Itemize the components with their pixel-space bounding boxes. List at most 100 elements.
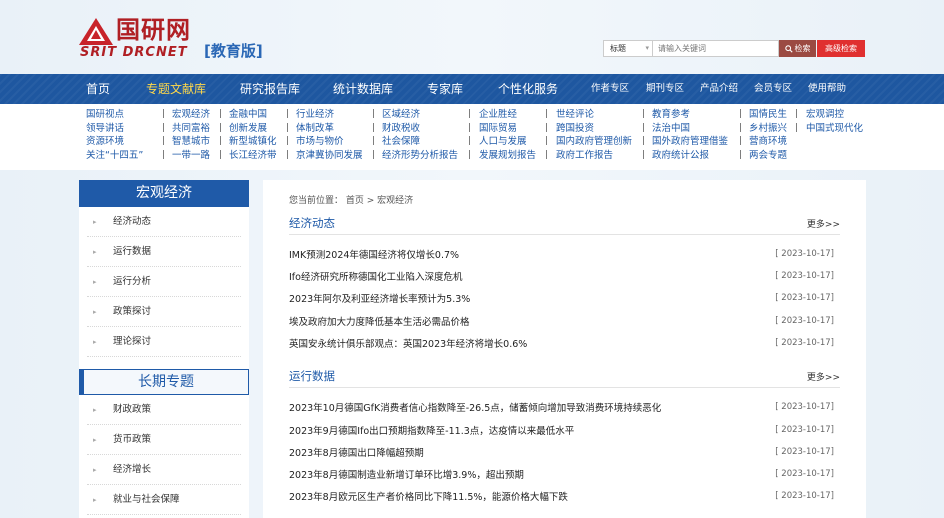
news-title[interactable]: 2023年8月德国出口降幅超预期 — [289, 443, 424, 465]
topic-link[interactable]: 教育参考 — [652, 108, 728, 122]
news-item[interactable]: 英国安永统计俱乐部观点：英国2023年经济将增长0.6% [ 2023-10-1… — [289, 334, 840, 356]
sidebar-long-term-title: 长期专题 — [79, 369, 249, 395]
news-date: [ 2023-10-17] — [775, 271, 834, 281]
more-link[interactable]: 更多>> — [807, 370, 840, 383]
search-input[interactable] — [653, 40, 779, 57]
topic-link[interactable]: 两会专题 — [749, 149, 787, 163]
news-item[interactable]: IMK预测2024年德国经济将仅增长0.7% [ 2023-10-17] — [289, 245, 840, 267]
news-title[interactable]: 英国安永统计俱乐部观点：英国2023年经济将增长0.6% — [289, 334, 527, 356]
nav-research-reports[interactable]: 研究报告库 — [240, 74, 300, 104]
topic-link[interactable]: 市场与物价 — [296, 135, 363, 149]
column-divider: | | | | — [162, 109, 166, 160]
topic-link[interactable]: 金融中国 — [229, 108, 277, 122]
logo-chinese-text: 国研网 — [116, 16, 191, 44]
sidebar-item-operation-analysis[interactable]: 运行分析 — [87, 267, 241, 297]
topic-column: 企业胜经 国际贸易 人口与发展 发展规划报告 — [479, 108, 536, 162]
topic-link[interactable]: 宏观调控 — [806, 108, 863, 122]
topic-link[interactable]: 共同富裕 — [172, 122, 210, 136]
sidebar-item-employment-security[interactable]: 就业与社会保障 — [87, 485, 241, 515]
advanced-search-button[interactable]: 高级检索 — [817, 40, 865, 57]
nav-topic-library[interactable]: 专题文献库 — [146, 74, 206, 104]
topic-link[interactable]: 国际贸易 — [479, 122, 536, 136]
topic-link[interactable]: 企业胜经 — [479, 108, 536, 122]
news-date: [ 2023-10-17] — [775, 469, 834, 479]
main-nav: 首页 专题文献库 研究报告库 统计数据库 专家库 个性化服务 作者专区 期刊专区… — [0, 74, 944, 104]
topic-link[interactable]: 京津冀协同发展 — [296, 149, 363, 163]
topic-link[interactable]: 营商环境 — [749, 135, 787, 149]
topic-link[interactable]: 新型城镇化 — [229, 135, 277, 149]
nav-journal-zone[interactable]: 期刊专区 — [646, 74, 684, 104]
sidebar-item-economic-news[interactable]: 经济动态 — [87, 207, 241, 237]
topic-link[interactable]: 社会保障 — [382, 135, 458, 149]
nav-experts[interactable]: 专家库 — [427, 74, 463, 104]
topic-link[interactable]: 行业经济 — [296, 108, 363, 122]
news-title[interactable]: IMK预测2024年德国经济将仅增长0.7% — [289, 245, 459, 267]
topic-link[interactable]: 资源环境 — [86, 135, 143, 149]
sidebar-item-operation-data[interactable]: 运行数据 — [87, 237, 241, 267]
sidebar-item-economic-growth[interactable]: 经济增长 — [87, 455, 241, 485]
sidebar-item-policy-discussion[interactable]: 政策探讨 — [87, 297, 241, 327]
topic-link[interactable]: 国研视点 — [86, 108, 143, 122]
news-title[interactable]: 2023年10月德国GfK消费者信心指数降至-26.5点，储蓄倾向增加导致消费环… — [289, 398, 661, 420]
sidebar-item-fiscal-policy[interactable]: 财政政策 — [87, 395, 241, 425]
sidebar-item-monetary-policy[interactable]: 货币政策 — [87, 425, 241, 455]
news-title[interactable]: 2023年8月欧元区生产者价格同比下降11.5%，能源价格大幅下跌 — [289, 487, 568, 509]
more-link[interactable]: 更多>> — [807, 217, 840, 230]
news-title[interactable]: 2023年8月德国制造业新增订单环比增3.9%，超出预期 — [289, 465, 524, 487]
topic-link[interactable]: 宏观经济 — [172, 108, 210, 122]
nav-help[interactable]: 使用帮助 — [808, 74, 846, 104]
sidebar-item-theory-discussion[interactable]: 理论探讨 — [87, 327, 241, 357]
news-date: [ 2023-10-17] — [775, 293, 834, 303]
topic-link[interactable]: 发展规划报告 — [479, 149, 536, 163]
topic-link[interactable]: 跨国投资 — [556, 122, 632, 136]
search-type-select[interactable]: 标题 ▾ — [603, 40, 653, 57]
news-item[interactable]: 埃及政府加大力度降低基本生活必需品价格 [ 2023-10-17] — [289, 312, 840, 334]
column-divider: | | | | — [219, 109, 223, 160]
topic-link[interactable]: 创新发展 — [229, 122, 277, 136]
chevron-down-icon: ▾ — [645, 44, 649, 52]
topic-link[interactable]: 体制改革 — [296, 122, 363, 136]
topic-link[interactable]: 政府统计公报 — [652, 149, 728, 163]
topic-link[interactable]: 国内政府管理创新 — [556, 135, 632, 149]
search-button[interactable]: 检索 — [779, 40, 816, 57]
nav-member-zone[interactable]: 会员专区 — [754, 74, 792, 104]
topic-link[interactable]: 国外政府管理借鉴 — [652, 135, 728, 149]
news-title[interactable]: 2023年9月德国Ifo出口预期指数降至-11.3点，达疫情以来最低水平 — [289, 421, 574, 443]
nav-author-zone[interactable]: 作者专区 — [591, 74, 629, 104]
nav-personal-service[interactable]: 个性化服务 — [498, 74, 558, 104]
news-item[interactable]: 2023年10月德国GfK消费者信心指数降至-26.5点，储蓄倾向增加导致消费环… — [289, 398, 840, 420]
topic-link[interactable]: 财政税收 — [382, 122, 458, 136]
topic-link[interactable]: 一带一路 — [172, 149, 210, 163]
topic-link[interactable]: 人口与发展 — [479, 135, 536, 149]
section-title-economic-news[interactable]: 经济动态 — [289, 215, 335, 231]
site-logo[interactable]: 国研网 SRIT DRCNET [教育版] — [78, 15, 278, 63]
news-item[interactable]: 2023年8月德国制造业新增订单环比增3.9%，超出预期 [ 2023-10-1… — [289, 465, 840, 487]
topic-link[interactable]: 领导讲话 — [86, 122, 143, 136]
topic-link[interactable]: 长江经济带 — [229, 149, 277, 163]
column-divider: | | | | — [739, 109, 743, 160]
topic-link[interactable]: 关注“十四五” — [86, 149, 143, 163]
section-divider — [289, 234, 840, 235]
topic-link[interactable]: 世经评论 — [556, 108, 632, 122]
nav-home[interactable]: 首页 — [86, 74, 110, 104]
news-item[interactable]: 2023年9月德国Ifo出口预期指数降至-11.3点，达疫情以来最低水平 [ 2… — [289, 421, 840, 443]
news-item[interactable]: 2023年8月德国出口降幅超预期 [ 2023-10-17] — [289, 443, 840, 465]
nav-product-intro[interactable]: 产品介绍 — [700, 74, 738, 104]
news-item[interactable]: Ifo经济研究所称德国化工业陷入深度危机 [ 2023-10-17] — [289, 267, 840, 289]
news-title[interactable]: 2023年阿尔及利亚经济增长率预计为5.3% — [289, 289, 470, 311]
news-item[interactable]: 2023年8月欧元区生产者价格同比下降11.5%，能源价格大幅下跌 [ 2023… — [289, 487, 840, 509]
topic-column: 金融中国 创新发展 新型城镇化 长江经济带 — [229, 108, 277, 162]
topic-link[interactable]: 法治中国 — [652, 122, 728, 136]
section-title-operation-data[interactable]: 运行数据 — [289, 368, 335, 384]
topic-link[interactable]: 乡村振兴 — [749, 122, 787, 136]
topic-link[interactable]: 区域经济 — [382, 108, 458, 122]
topic-link[interactable]: 智慧城市 — [172, 135, 210, 149]
topic-link[interactable]: 国情民生 — [749, 108, 787, 122]
topic-link[interactable]: 政府工作报告 — [556, 149, 632, 163]
news-title[interactable]: Ifo经济研究所称德国化工业陷入深度危机 — [289, 267, 462, 289]
nav-statistics-db[interactable]: 统计数据库 — [333, 74, 393, 104]
topic-link[interactable]: 经济形势分析报告 — [382, 149, 458, 163]
topic-link[interactable]: 中国式现代化 — [806, 122, 863, 136]
news-title[interactable]: 埃及政府加大力度降低基本生活必需品价格 — [289, 312, 470, 334]
news-item[interactable]: 2023年阿尔及利亚经济增长率预计为5.3% [ 2023-10-17] — [289, 289, 840, 311]
